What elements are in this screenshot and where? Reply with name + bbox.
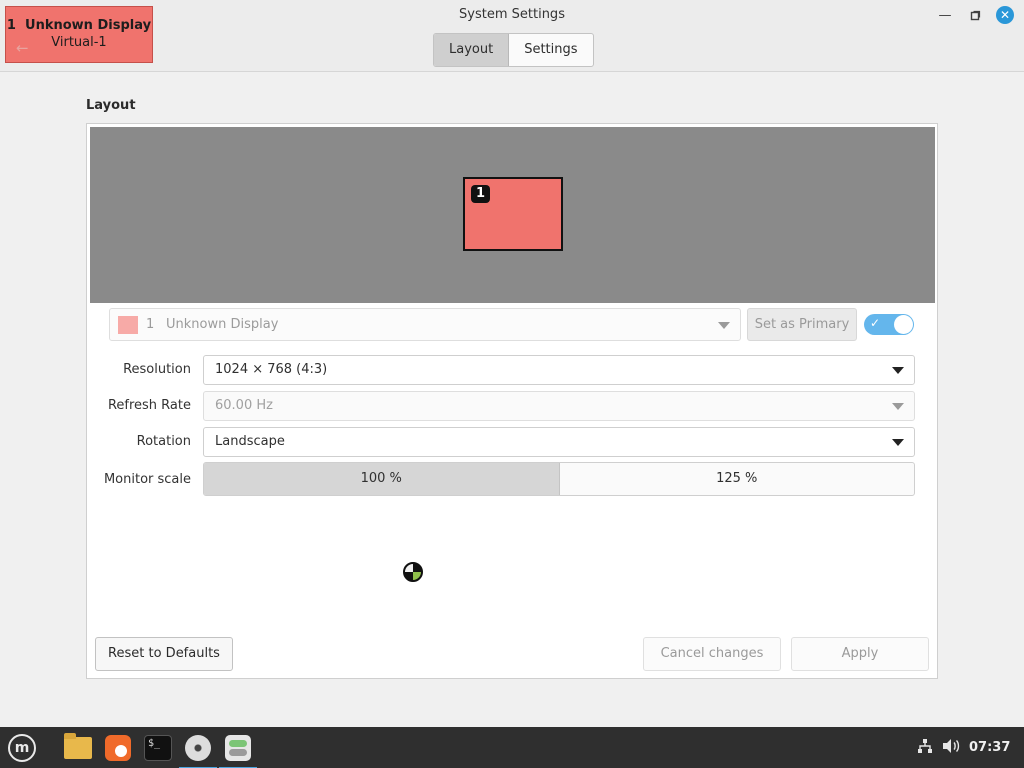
identify-name: Unknown Display — [25, 18, 152, 33]
chevron-down-icon — [892, 439, 904, 446]
monitor-scale-selector: 100 % 125 % — [203, 462, 915, 496]
minimize-icon[interactable]: — — [936, 6, 954, 24]
layout-section-title: Layout — [86, 98, 136, 113]
view-switcher: Layout Settings — [433, 33, 594, 67]
close-icon[interactable]: ✕ — [996, 6, 1014, 24]
display-color-swatch — [118, 316, 138, 334]
layout-frame: 1 1 Unknown Display Set as Primary ✓ Res… — [86, 123, 938, 679]
resolution-select[interactable]: 1024 × 768 (4:3) — [203, 355, 915, 385]
set-as-primary-button[interactable]: Set as Primary — [747, 308, 857, 341]
display-name: Unknown Display — [166, 317, 279, 332]
back-arrow-icon: ← — [16, 39, 29, 57]
refresh-rate-select[interactable]: 60.00 Hz — [203, 391, 915, 421]
cancel-changes-button[interactable]: Cancel changes — [643, 637, 781, 671]
tab-layout[interactable]: Layout — [434, 34, 510, 66]
refresh-rate-label: Refresh Rate — [107, 398, 191, 413]
display-number: 1 — [146, 317, 155, 332]
mint-menu-icon[interactable]: m — [5, 731, 39, 765]
busy-cursor-icon — [403, 562, 423, 582]
taskbar: m $_ 07:37 — [0, 727, 1024, 768]
window-titlebar: System Settings Layout Settings — ✕ — [0, 0, 1024, 72]
window-title: System Settings — [459, 7, 565, 22]
check-icon: ✓ — [870, 316, 881, 330]
identify-title: 1 Unknown Display — [6, 18, 152, 33]
tab-settings[interactable]: Settings — [509, 34, 592, 66]
identify-number: 1 — [6, 18, 16, 33]
scale-option-100[interactable]: 100 % — [204, 463, 560, 495]
resolution-value: 1024 × 768 (4:3) — [215, 362, 328, 377]
scale-option-125[interactable]: 125 % — [560, 463, 915, 495]
files-icon[interactable] — [61, 731, 95, 765]
toggle-knob — [894, 315, 913, 334]
clock[interactable]: 07:37 — [969, 740, 1010, 755]
chevron-down-icon — [892, 403, 904, 410]
monitor-scale-label: Monitor scale — [103, 472, 191, 487]
display-selector[interactable]: 1 Unknown Display — [109, 308, 741, 341]
network-icon[interactable] — [917, 738, 933, 758]
terminal-icon[interactable]: $_ — [141, 731, 175, 765]
refresh-rate-value: 60.00 Hz — [215, 398, 273, 413]
monitor-tile[interactable]: 1 — [463, 177, 563, 251]
rotation-label: Rotation — [136, 434, 191, 449]
rotation-value: Landscape — [215, 434, 285, 449]
chevron-down-icon — [718, 322, 730, 329]
monitor-number-badge: 1 — [471, 185, 490, 203]
monitor-arrangement-canvas[interactable]: 1 — [90, 127, 935, 303]
display-identify-overlay: 1 Unknown Display Virtual-1 ← — [5, 6, 153, 63]
firefox-icon[interactable] — [101, 731, 135, 765]
chevron-down-icon — [892, 367, 904, 374]
apply-button[interactable]: Apply — [791, 637, 929, 671]
rotation-select[interactable]: Landscape — [203, 427, 915, 457]
maximize-icon[interactable] — [966, 6, 984, 24]
reset-to-defaults-button[interactable]: Reset to Defaults — [95, 637, 233, 671]
volume-icon[interactable] — [942, 738, 960, 758]
display-enabled-toggle[interactable]: ✓ — [864, 314, 914, 335]
settings-icon[interactable] — [219, 731, 257, 768]
resolution-label: Resolution — [123, 362, 191, 377]
disc-icon[interactable] — [179, 731, 217, 768]
